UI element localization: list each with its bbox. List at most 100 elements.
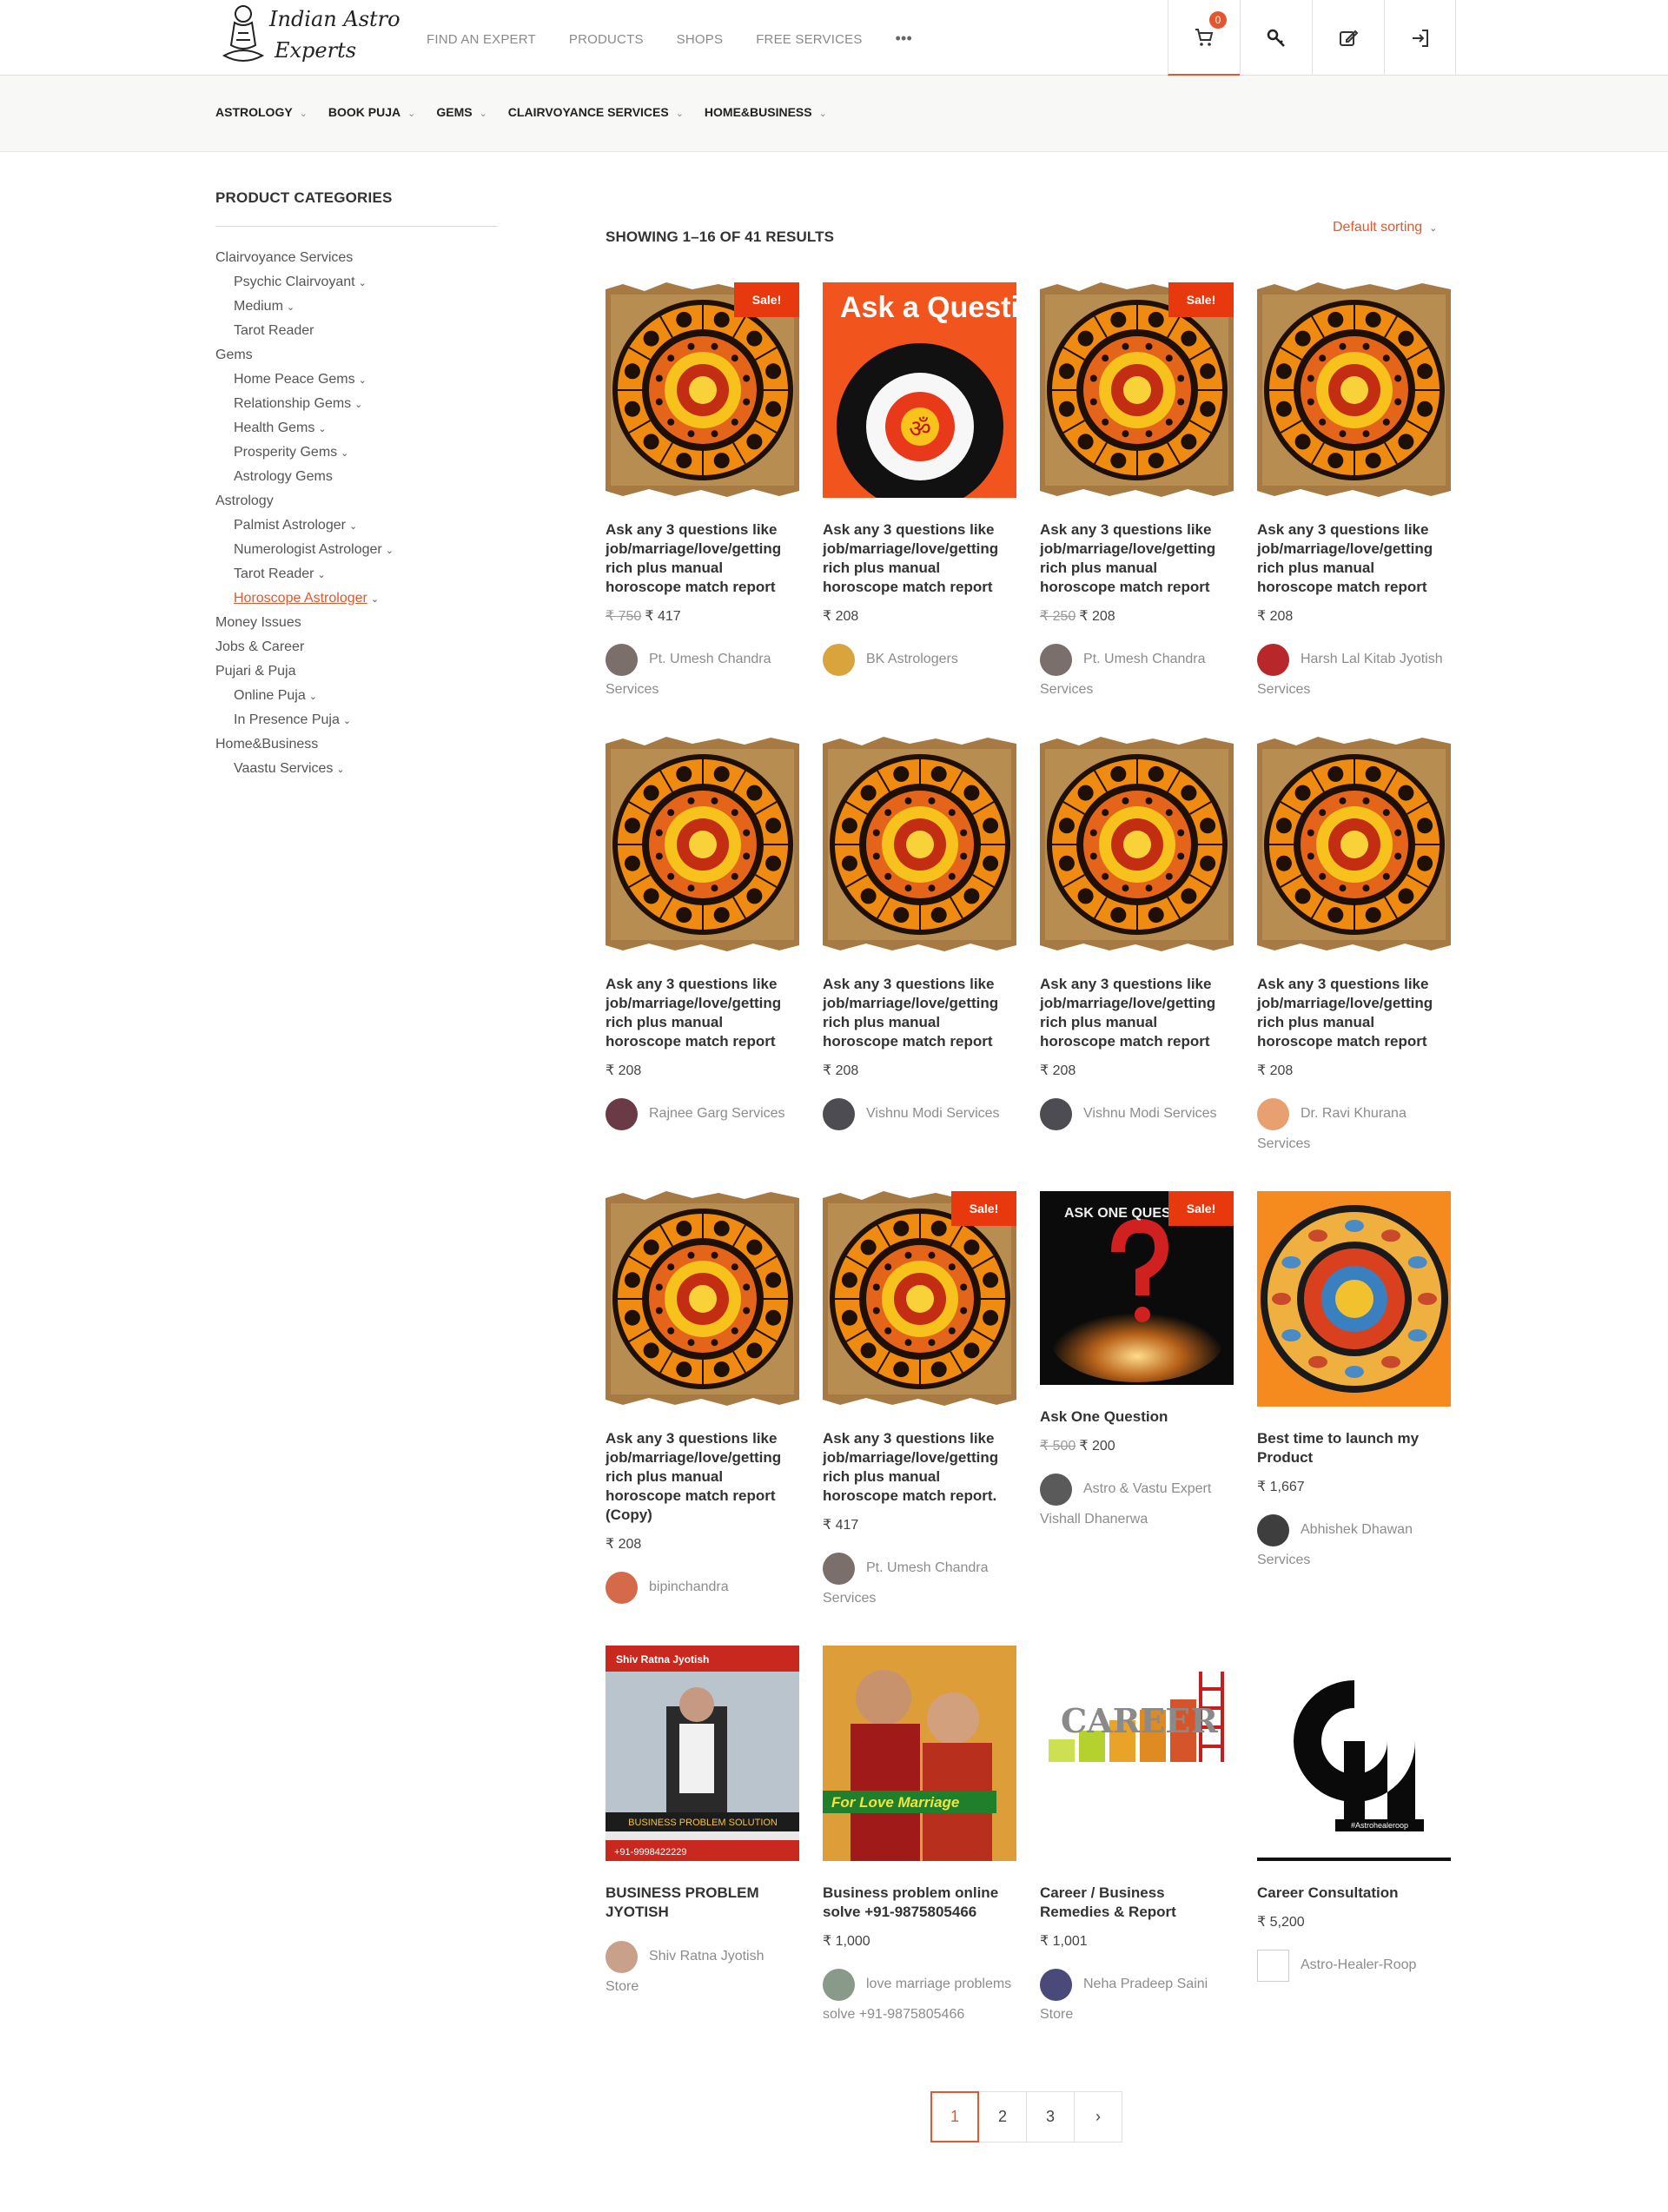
nav-products[interactable]: PRODUCTS: [569, 32, 644, 47]
product-card[interactable]: Sale! Ask any 3 questions like job/marria…: [823, 1191, 1016, 1613]
product-card[interactable]: #Astrohealeroop Career Consultation ₹ 5,20…: [1257, 1646, 1451, 1982]
nav-free-services[interactable]: FREE SERVICES: [756, 32, 862, 47]
category-item[interactable]: Relationship Gems ⌄: [215, 392, 498, 416]
seller-link[interactable]: Astro-Healer-Roop: [1257, 1950, 1451, 1982]
product-image[interactable]: [823, 737, 1016, 952]
chevron-down-icon[interactable]: ⌄: [359, 278, 367, 288]
seller-link[interactable]: Pt. Umesh Chandra Services: [606, 644, 799, 705]
next-page-button[interactable]: ›: [1074, 2091, 1122, 2142]
seller-link[interactable]: Abhishek Dhawan Services: [1257, 1514, 1451, 1575]
seller-link[interactable]: Rajnee Garg Services: [606, 1098, 799, 1130]
category-item[interactable]: Gems: [215, 343, 498, 368]
seller-link[interactable]: love marriage problems solve +91-9875805…: [823, 1969, 1016, 2030]
product-card[interactable]: ASK ONE QUES Sale! Ask One Question ₹ 500 ₹ …: [1040, 1191, 1234, 1534]
product-image[interactable]: #Astrohealeroop: [1257, 1646, 1451, 1861]
chevron-down-icon[interactable]: ⌄: [336, 765, 344, 775]
product-image[interactable]: [606, 1191, 799, 1407]
category-item[interactable]: Prosperity Gems ⌄: [215, 440, 498, 465]
seller-link[interactable]: Vishnu Modi Services: [1040, 1098, 1234, 1130]
product-title[interactable]: Career Consultation: [1257, 1884, 1451, 1903]
seller-link[interactable]: Astro & Vastu Expert Vishall Dhanerwa: [1040, 1474, 1234, 1534]
product-image[interactable]: ॐ Ask a Question: [823, 282, 1016, 498]
cart-button[interactable]: 0: [1168, 0, 1240, 76]
category-item[interactable]: Home&Business: [215, 732, 498, 757]
register-button[interactable]: [1312, 0, 1384, 76]
nav-shops[interactable]: SHOPS: [677, 32, 724, 47]
category-item[interactable]: Psychic Clairvoyant ⌄: [215, 270, 498, 295]
category-item[interactable]: Medium ⌄: [215, 295, 498, 319]
product-title[interactable]: BUSINESS PROBLEM JYOTISH: [606, 1884, 799, 1922]
nav-find-expert[interactable]: FIND AN EXPERT: [427, 32, 536, 47]
product-title[interactable]: Ask any 3 questions like job/marriage/lo…: [823, 520, 1016, 597]
product-image[interactable]: [1040, 737, 1234, 952]
product-image[interactable]: Sale!: [823, 1191, 1016, 1407]
category-item[interactable]: Pujari & Puja: [215, 659, 498, 684]
product-title[interactable]: Ask any 3 questions like job/marriage/lo…: [1040, 520, 1234, 597]
seller-link[interactable]: bipinchandra: [606, 1572, 799, 1604]
product-card[interactable]: Ask any 3 questions like job/marriage/lo…: [1257, 737, 1451, 1159]
product-card[interactable]: Ask any 3 questions like job/marriage/lo…: [1040, 737, 1234, 1130]
category-item[interactable]: Jobs & Career: [215, 635, 498, 659]
product-title[interactable]: Best time to launch my Product: [1257, 1429, 1451, 1467]
product-card[interactable]: Sale! Ask any 3 questions like job/marria…: [1040, 282, 1234, 705]
product-title[interactable]: Ask any 3 questions like job/marriage/lo…: [823, 975, 1016, 1051]
more-menu-icon[interactable]: •••: [896, 30, 913, 47]
chevron-down-icon[interactable]: ⌄: [349, 521, 357, 532]
seller-link[interactable]: Pt. Umesh Chandra Services: [1040, 644, 1234, 705]
chevron-down-icon[interactable]: ⌄: [287, 302, 295, 313]
subnav-book-puja[interactable]: BOOK PUJA ⌄: [328, 105, 415, 119]
seller-link[interactable]: Vishnu Modi Services: [823, 1098, 1016, 1130]
product-image[interactable]: Sale!: [1040, 282, 1234, 498]
category-item[interactable]: Online Puja ⌄: [215, 684, 498, 708]
product-image[interactable]: [1257, 1191, 1451, 1407]
chevron-down-icon[interactable]: ⌄: [309, 692, 317, 702]
product-image[interactable]: CAREER: [1040, 1646, 1234, 1861]
product-image[interactable]: For Love Marriage: [823, 1646, 1016, 1861]
product-card[interactable]: CAREER Career / Business Remedies & Repor…: [1040, 1646, 1234, 2030]
category-item[interactable]: Vaastu Services ⌄: [215, 757, 498, 781]
search-button[interactable]: [1240, 0, 1312, 76]
seller-link[interactable]: Neha Pradeep Saini Store: [1040, 1969, 1234, 2030]
category-item[interactable]: Astrology: [215, 489, 498, 513]
page-3[interactable]: 3: [1026, 2091, 1075, 2142]
product-card[interactable]: ॐ Ask a Question Ask any 3 questions like …: [823, 282, 1016, 676]
chevron-down-icon[interactable]: ⌄: [318, 570, 326, 580]
chevron-down-icon[interactable]: ⌄: [359, 375, 367, 386]
category-item[interactable]: Tarot Reader: [215, 319, 498, 343]
product-title[interactable]: Ask One Question: [1040, 1407, 1234, 1427]
category-item[interactable]: Money Issues: [215, 611, 498, 635]
category-item[interactable]: Numerologist Astrologer ⌄: [215, 538, 498, 562]
product-image[interactable]: [1257, 282, 1451, 498]
product-title[interactable]: Ask any 3 questions like job/marriage/lo…: [606, 975, 799, 1051]
seller-link[interactable]: Pt. Umesh Chandra Services: [823, 1553, 1016, 1613]
product-image[interactable]: ASK ONE QUES Sale!: [1040, 1191, 1234, 1385]
login-button[interactable]: [1384, 0, 1456, 76]
product-card[interactable]: Shiv Ratna Jyotish BUSINESS PROBLEM SOLUT…: [606, 1646, 799, 2002]
product-title[interactable]: Ask any 3 questions like job/marriage/lo…: [1257, 975, 1451, 1051]
category-item[interactable]: Astrology Gems: [215, 465, 498, 489]
category-item[interactable]: In Presence Puja ⌄: [215, 708, 498, 732]
product-card[interactable]: Ask any 3 questions like job/marriage/lo…: [606, 1191, 799, 1604]
product-title[interactable]: Business problem online solve +91-987580…: [823, 1884, 1016, 1922]
product-image[interactable]: Shiv Ratna Jyotish BUSINESS PROBLEM SOLUT…: [606, 1646, 799, 1861]
subnav-gems[interactable]: GEMS ⌄: [436, 105, 486, 119]
category-item[interactable]: Horoscope Astrologer ⌄: [215, 586, 498, 611]
product-image[interactable]: [606, 737, 799, 952]
product-title[interactable]: Career / Business Remedies & Report: [1040, 1884, 1234, 1922]
product-image[interactable]: [1257, 737, 1451, 952]
chevron-down-icon[interactable]: ⌄: [386, 546, 394, 556]
sort-select[interactable]: Default sorting ⌄: [1333, 220, 1437, 235]
product-title[interactable]: Ask any 3 questions like job/marriage/lo…: [1040, 975, 1234, 1051]
product-title[interactable]: Ask any 3 questions like job/marriage/lo…: [823, 1429, 1016, 1506]
seller-link[interactable]: BK Astrologers: [823, 644, 1016, 676]
product-title[interactable]: Ask any 3 questions like job/marriage/lo…: [606, 520, 799, 597]
category-item[interactable]: Home Peace Gems ⌄: [215, 368, 498, 392]
page-2[interactable]: 2: [978, 2091, 1027, 2142]
product-card[interactable]: Ask any 3 questions like job/marriage/lo…: [823, 737, 1016, 1130]
site-logo[interactable]: Indian Astro Experts: [215, 2, 400, 73]
seller-link[interactable]: Dr. Ravi Khurana Services: [1257, 1098, 1451, 1159]
subnav-astrology[interactable]: ASTROLOGY ⌄: [215, 105, 308, 119]
product-card[interactable]: Ask any 3 questions like job/marriage/lo…: [606, 737, 799, 1130]
chevron-down-icon[interactable]: ⌄: [371, 594, 379, 605]
product-title[interactable]: Ask any 3 questions like job/marriage/lo…: [606, 1429, 799, 1525]
